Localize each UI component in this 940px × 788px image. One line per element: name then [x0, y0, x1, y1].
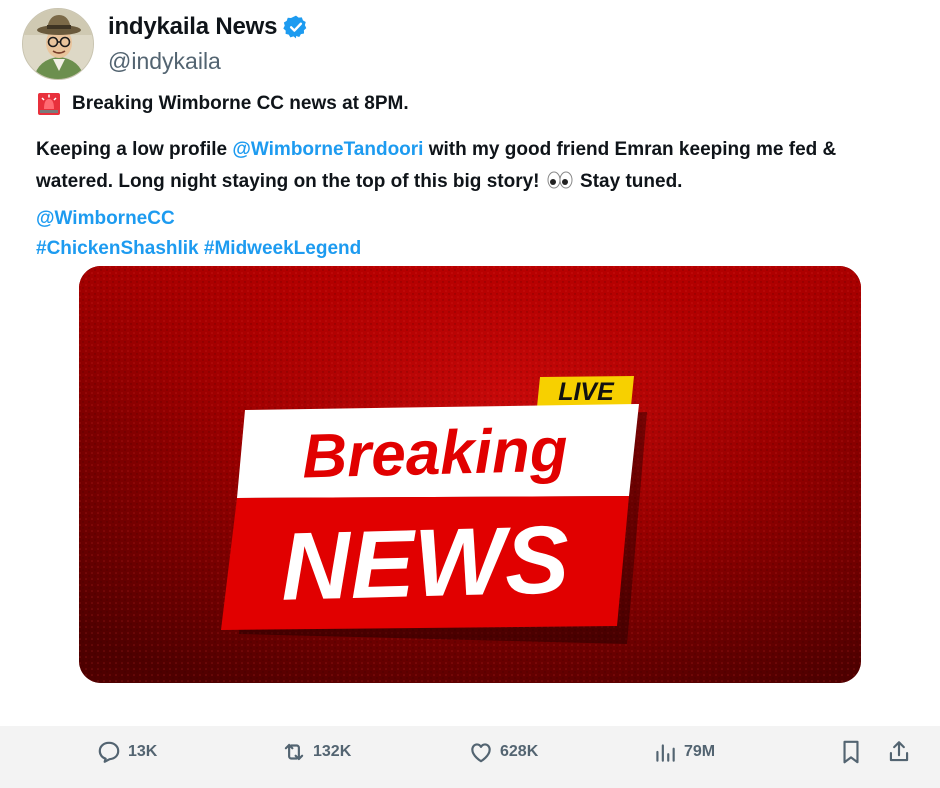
siren-icon	[36, 91, 62, 117]
bookmark-icon	[843, 740, 859, 764]
body-text-part: Stay tuned.	[574, 171, 683, 192]
action-bar: 13K 132K 628K 79M	[0, 726, 940, 788]
user-handle[interactable]: @indykaila	[108, 48, 221, 75]
headline-bottom: NEWS	[280, 506, 571, 621]
hashtag-link[interactable]: #MidweekLegend	[204, 234, 361, 264]
share-icon	[889, 741, 909, 762]
mention-link[interactable]: @WimborneTandoori	[232, 139, 423, 160]
reply-button[interactable]: 13K	[96, 738, 157, 766]
repost-count: 132K	[313, 743, 352, 760]
headline-top: Breaking	[301, 416, 568, 492]
like-icon	[471, 743, 491, 763]
hashtag-link[interactable]: #ChickenShashlik	[36, 234, 199, 264]
reply-count: 13K	[128, 743, 158, 760]
live-label: LIVE	[558, 378, 615, 406]
like-button[interactable]: 628K	[468, 738, 538, 766]
verified-badge-icon	[283, 14, 309, 40]
avatar[interactable]	[22, 8, 94, 80]
alert-text: Breaking Wimborne CC news at 8PM.	[72, 93, 409, 114]
views-count: 79M	[684, 743, 716, 760]
tweet-media-image[interactable]: LIVE Breaking NEWS	[79, 266, 861, 683]
repost-button[interactable]: 132K	[281, 738, 351, 766]
like-count: 628K	[500, 743, 539, 760]
live-badge: LIVE	[537, 376, 634, 407]
views-icon	[656, 744, 675, 762]
body-text-part: Keeping a low profile	[36, 139, 233, 160]
views-button[interactable]: 79M	[652, 738, 715, 766]
display-name[interactable]: indykaila News	[108, 13, 277, 41]
mention-link[interactable]: @WimborneCC	[36, 204, 175, 234]
eyes-icon	[547, 169, 573, 201]
share-button[interactable]	[886, 738, 912, 766]
tweet-body: Keeping a low profile @WimborneTandoori …	[36, 134, 916, 201]
repost-icon	[284, 743, 304, 761]
reply-icon	[98, 741, 120, 763]
bookmark-button[interactable]	[838, 738, 864, 766]
